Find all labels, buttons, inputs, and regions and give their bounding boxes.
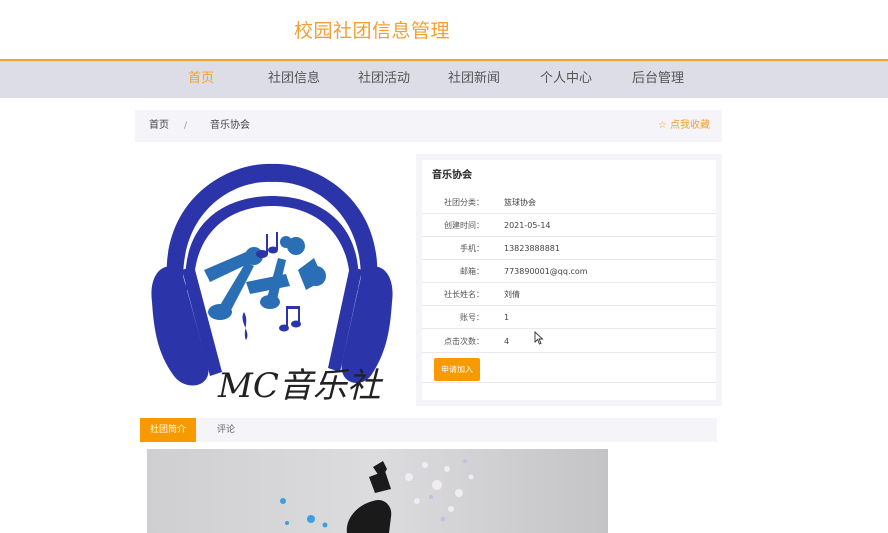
- info-value: 13823888881: [504, 244, 560, 253]
- info-row-created: 创建时间： 2021-05-14: [422, 214, 716, 237]
- main-nav: 首页 社团信息 社团活动 社团新闻 个人中心 后台管理: [0, 61, 888, 98]
- breadcrumb-home[interactable]: 首页: [149, 110, 169, 142]
- club-info-panel: 音乐协会 社团分类： 篮球协会 创建时间： 2021-05-14 手机： 138…: [416, 154, 722, 406]
- info-label: 点击次数：: [444, 337, 484, 346]
- info-label: 社团分类：: [444, 198, 484, 207]
- nav-item-admin[interactable]: 后台管理: [632, 61, 684, 98]
- logo-text: MC音乐社: [217, 366, 384, 405]
- info-divider: [422, 382, 716, 383]
- club-photo-image: [147, 449, 608, 533]
- info-row-account: 账号： 1: [422, 306, 716, 329]
- info-value: 刘倩: [504, 290, 520, 299]
- info-row-clicks: 点击次数： 4: [422, 330, 716, 353]
- info-value: 2021-05-14: [504, 221, 551, 230]
- info-row-email: 邮箱： 773890001@qq.com: [422, 260, 716, 283]
- info-label: 邮箱：: [460, 267, 484, 276]
- tab-comments[interactable]: 评论: [204, 418, 248, 442]
- info-row-phone: 手机： 13823888881: [422, 237, 716, 260]
- info-label: 社长姓名：: [444, 290, 484, 299]
- breadcrumb-separator: /: [184, 121, 188, 131]
- nav-item-user-center[interactable]: 个人中心: [540, 61, 592, 98]
- tab-club-intro[interactable]: 社团简介: [140, 418, 196, 442]
- nav-item-club-info[interactable]: 社团信息: [268, 61, 320, 98]
- info-value: 773890001@qq.com: [504, 267, 588, 276]
- mouse-cursor-icon: [534, 331, 544, 345]
- club-name: 音乐协会: [432, 170, 472, 181]
- content-tabs: 社团简介 评论: [140, 418, 717, 442]
- club-logo: MC音乐社: [146, 162, 398, 406]
- nav-item-club-news[interactable]: 社团新闻: [448, 61, 500, 98]
- info-label: 账号：: [460, 313, 484, 322]
- info-row-category: 社团分类： 篮球协会: [422, 191, 716, 214]
- info-label: 创建时间：: [444, 221, 484, 230]
- header: 校园社团信息管理: [0, 0, 888, 59]
- club-info-card: 音乐协会 社团分类： 篮球协会 创建时间： 2021-05-14 手机： 138…: [422, 160, 716, 400]
- nav-item-home[interactable]: 首页: [188, 61, 214, 98]
- info-label: 手机：: [460, 244, 484, 253]
- headphones-logo-icon: MC音乐社: [151, 163, 393, 406]
- info-row-leader: 社长姓名： 刘倩: [422, 283, 716, 306]
- nav-item-club-activity[interactable]: 社团活动: [358, 61, 410, 98]
- info-value: 篮球协会: [504, 198, 536, 207]
- info-value: 4: [504, 337, 510, 346]
- breadcrumb-current: 音乐协会: [210, 120, 250, 131]
- info-value: 1: [504, 313, 510, 322]
- site-title: 校园社团信息管理: [294, 20, 451, 42]
- club-photo: [147, 449, 608, 533]
- breadcrumb: 首页 / 音乐协会 ☆ 点我收藏: [135, 110, 722, 142]
- join-button[interactable]: 申请加入: [434, 358, 480, 381]
- favorite-button[interactable]: ☆ 点我收藏: [658, 110, 710, 142]
